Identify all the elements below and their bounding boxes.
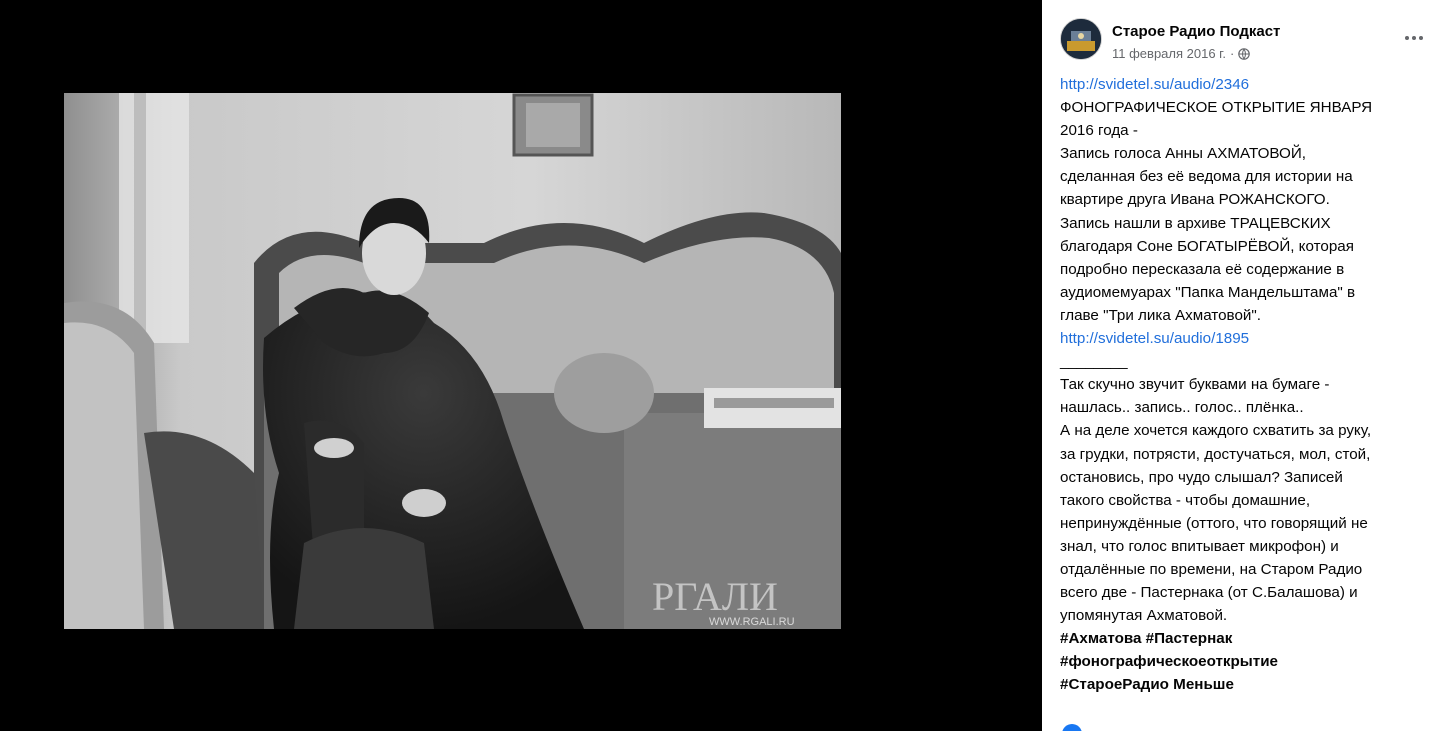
hashtags-line-3: #СтароеРадио Меньше [1060,673,1424,696]
post-line: ФОНОГРАФИЧЕСКОЕ ОТКРЫТИЕ ЯНВАРЯ [1060,99,1373,117]
post-photo[interactable]: РГАЛИ WWW.RGALI.RU [64,93,841,629]
reaction-icon[interactable] [1062,724,1082,731]
hashtags-line-1[interactable]: #Ахматова #Пастернак [1060,627,1424,650]
post-line: отдалённые по времени, на Старом Радио [1060,560,1363,578]
post-line: такого свойства - чтобы домашние, [1060,491,1311,509]
post-date[interactable]: 11 февраля 2016 г. [1112,46,1226,61]
archival-photo-image: РГАЛИ WWW.RGALI.RU [64,93,841,629]
meta-separator: · [1229,46,1235,61]
photo-viewer: РГАЛИ WWW.RGALI.RU [0,0,1042,731]
post-line: главе "Три лика Ахматовой". [1060,306,1261,324]
post-separator: ________ [1060,353,1128,371]
page-name-link[interactable]: Старое Радио Подкаст [1112,23,1280,40]
post-line: непринуждённые (оттого, что говорящий не [1060,514,1368,532]
post-line: сделанная без её ведома для истории на [1060,168,1353,186]
post-line: аудиомемуарах "Папка Мандельштама" в [1060,283,1356,301]
watermark-text: РГАЛИ [652,574,778,619]
post-line: нашлась.. запись.. голос.. плёнка.. [1060,399,1304,417]
post-line: Так скучно звучит буквами на бумаге - [1060,376,1330,394]
hashtag-staroe-radio[interactable]: #СтароеРадио [1060,676,1169,693]
post-line: всего две - Пастернака (от С.Балашова) и [1060,584,1358,602]
post-line: за грудки, потрясти, достучаться, мол, с… [1060,445,1371,463]
post-sidebar: Старое Радио Подкаст 11 февраля 2016 г. … [1042,0,1440,731]
post-header: Старое Радио Подкаст 11 февраля 2016 г. … [1060,18,1430,68]
hashtags-line-2[interactable]: #фонографическоеоткрытие [1060,650,1424,673]
post-line: 2016 года - [1060,122,1138,140]
post-link-2[interactable]: http://svidetel.su/audio/1895 [1060,327,1424,350]
post-line: Запись нашли в архиве ТРАЦЕВСКИХ [1060,214,1331,232]
post-body: http://svidetel.su/audio/2346 ФОНОГРАФИЧ… [1060,73,1424,697]
post-line: Запись голоса Анны АХМАТОВОЙ, [1060,145,1306,163]
post-line: А на деле хочется каждого схватить за ру… [1060,422,1372,440]
post-line: подробно пересказала её содержание в [1060,260,1345,278]
globe-icon [1238,47,1251,60]
see-less-button[interactable]: Меньше [1173,676,1234,693]
more-dots-icon[interactable] [1402,28,1426,48]
post-line: упомянутая Ахматовой. [1060,607,1228,625]
watermark-url: WWW.RGALI.RU [709,616,795,628]
post-line: квартире друга Ивана РОЖАНСКОГО. [1060,191,1330,209]
post-link-1[interactable]: http://svidetel.su/audio/2346 [1060,73,1424,96]
post-meta: 11 февраля 2016 г. · [1112,46,1251,61]
post-line: остановись, про чудо слышал? Записей [1060,468,1343,486]
page-avatar[interactable] [1060,18,1102,60]
post-line: благодаря Соне БОГАТЫРЁВОЙ, которая [1060,237,1354,255]
post-line: знал, что голос впитывает микрофон) и [1060,537,1339,555]
